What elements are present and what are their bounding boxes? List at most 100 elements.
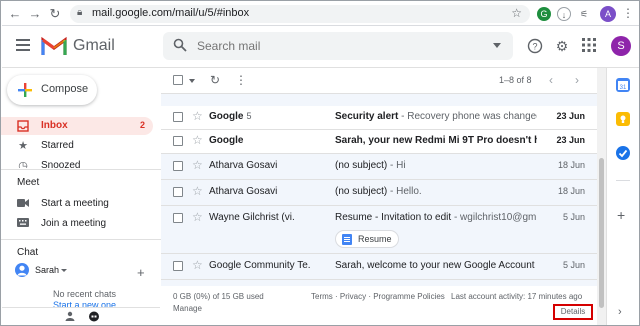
- footer-policy-links[interactable]: Terms · Privacy · Programme Policies: [311, 292, 445, 301]
- email-row[interactable]: ☆ Google Community Te. Sarah, welcome to…: [161, 254, 597, 280]
- start-meeting-link[interactable]: Start a meeting: [1, 195, 153, 213]
- chat-heading: Chat: [17, 247, 39, 258]
- older-page-icon[interactable]: ›: [575, 73, 579, 87]
- gmail-wordmark[interactable]: Gmail: [73, 37, 115, 55]
- calendar-icon[interactable]: 31: [616, 78, 630, 92]
- search-options-icon[interactable]: [493, 43, 501, 48]
- keep-notes-icon[interactable]: [616, 112, 630, 126]
- add-addon-plus-icon[interactable]: +: [617, 207, 625, 223]
- email-row[interactable]: ☆ Google Sarah, your new Redmi Mi 9T Pro…: [161, 130, 597, 154]
- pagination-info: 1–8 of 8: [499, 75, 532, 85]
- compose-button[interactable]: Compose: [7, 75, 97, 105]
- newer-page-icon[interactable]: ‹: [549, 73, 553, 87]
- star-toggle-icon[interactable]: ☆: [192, 184, 203, 198]
- forward-icon[interactable]: →: [27, 6, 43, 22]
- sender-name: Atharva Gosavi: [209, 160, 278, 171]
- account-avatar[interactable]: S: [611, 36, 631, 56]
- refresh-icon[interactable]: ↻: [209, 74, 221, 86]
- sidebar-bottom-bar: [2, 307, 160, 325]
- row-checkbox[interactable]: [173, 161, 183, 171]
- email-row[interactable]: ☆ Atharva Gosavi (no subject) - Hello. 1…: [161, 180, 597, 206]
- search-input[interactable]: [197, 37, 477, 55]
- email-date: 18 Jun: [557, 160, 585, 170]
- sidebar-item-starred[interactable]: ★ Starred: [1, 137, 153, 155]
- sidebar-item-snoozed[interactable]: ◷ Snoozed: [1, 157, 153, 168]
- row-checkbox[interactable]: [173, 213, 183, 223]
- search-icon[interactable]: [173, 38, 187, 52]
- star-toggle-icon[interactable]: ☆: [192, 109, 203, 123]
- download-extension-icon[interactable]: ↓: [557, 7, 571, 21]
- subject-snippet: Sarah, welcome to your new Google Accoun…: [335, 260, 535, 271]
- back-icon[interactable]: ←: [7, 6, 23, 22]
- main-menu-icon[interactable]: [16, 39, 30, 51]
- star-toggle-icon[interactable]: ☆: [192, 258, 203, 272]
- subject-snippet: Security alert - Recovery phone was chan…: [335, 111, 537, 122]
- email-row[interactable]: ☆ Google 5 Security alert - Recovery phon…: [161, 106, 597, 130]
- meet-item-label: Start a meeting: [41, 198, 109, 209]
- chat-status-selector[interactable]: Sarah: [15, 263, 155, 279]
- message-list-pane: ↻ ⋮ 1–8 of 8 ‹ › ☆ Google 5 Security aler…: [161, 68, 597, 325]
- select-options-chevron-icon[interactable]: [189, 79, 195, 83]
- user-avatar: [15, 263, 29, 277]
- side-panel-divider: [616, 180, 630, 181]
- list-scrollbar[interactable]: [597, 68, 606, 325]
- sidebar-divider: [1, 169, 161, 170]
- unread-count-badge: 2: [139, 120, 145, 130]
- address-bar[interactable]: 🔒︎ mail.google.com/mail/u/5/#inbox ☆: [70, 5, 530, 23]
- manage-storage-link[interactable]: Manage: [173, 304, 202, 313]
- browser-menu-icon[interactable]: ⋮: [622, 6, 634, 20]
- reload-icon[interactable]: ↻: [47, 6, 63, 22]
- new-chat-plus-icon[interactable]: +: [137, 265, 145, 280]
- chat-bubble-icon[interactable]: [88, 311, 100, 323]
- storage-usage-text: 0 GB (0%) of 15 GB used: [173, 292, 264, 301]
- gmail-logo-icon[interactable]: [41, 36, 67, 55]
- row-checkbox[interactable]: [173, 112, 183, 122]
- row-checkbox[interactable]: [173, 136, 183, 146]
- subject-snippet: Resume - Invitation to edit - wgilchrist…: [335, 212, 537, 223]
- list-footer: 0 GB (0%) of 15 GB used Manage Terms · P…: [161, 286, 597, 325]
- row-checkbox[interactable]: [173, 261, 183, 271]
- sender-name: Google Community Te.: [209, 260, 311, 271]
- chevron-right-icon[interactable]: ›: [618, 306, 622, 318]
- settings-gear-icon[interactable]: ⚙: [554, 38, 570, 54]
- star-toggle-icon[interactable]: ☆: [192, 158, 203, 172]
- star-icon: ★: [18, 140, 28, 152]
- attachment-label: Resume: [358, 234, 392, 244]
- equalizer-extension-icon[interactable]: ⚟: [577, 7, 591, 21]
- join-meeting-link[interactable]: Join a meeting: [1, 215, 153, 233]
- browser-profile-avatar[interactable]: A: [600, 6, 616, 22]
- search-bar[interactable]: [163, 32, 513, 60]
- tasks-icon[interactable]: [616, 146, 630, 160]
- row-checkbox[interactable]: [173, 187, 183, 197]
- select-all-checkbox[interactable]: [173, 75, 183, 85]
- sender-name: Atharva Gosavi: [209, 186, 278, 197]
- sender-name: Wayne Gilchrist (vi.: [209, 212, 295, 223]
- grammarly-extension-icon[interactable]: G: [537, 7, 551, 21]
- sidebar-item-inbox[interactable]: Inbox 2: [1, 117, 153, 135]
- apps-grid-icon[interactable]: [581, 38, 597, 54]
- svg-text:?: ?: [532, 42, 537, 52]
- lock-icon: 🔒︎: [77, 7, 83, 18]
- help-icon[interactable]: ?: [527, 38, 543, 54]
- email-date: 23 Jun: [556, 135, 585, 145]
- chat-user-name: Sarah: [35, 265, 60, 275]
- attachment-chip[interactable]: Resume: [335, 230, 399, 248]
- email-row[interactable]: ☆ Wayne Gilchrist (vi. Resume - Invitati…: [161, 206, 597, 254]
- inbox-icon: [17, 120, 29, 132]
- email-row[interactable]: ☆ Atharva Gosavi (no subject) - Hi 18 Ju…: [161, 154, 597, 180]
- sidebar-item-label: Snoozed: [41, 160, 81, 168]
- bookmark-star-icon[interactable]: ☆: [511, 6, 522, 20]
- star-toggle-icon[interactable]: ☆: [192, 210, 203, 224]
- details-link[interactable]: Details: [553, 304, 593, 320]
- more-options-icon[interactable]: ⋮: [235, 74, 247, 86]
- star-toggle-icon[interactable]: ☆: [192, 133, 203, 147]
- last-activity-text: Last account activity: 17 minutes ago: [451, 292, 583, 301]
- clock-icon: ◷: [18, 160, 28, 168]
- browser-toolbar: ← → ↻ 🔒︎ mail.google.com/mail/u/5/#inbox…: [2, 2, 639, 26]
- list-toolbar: ↻ ⋮ 1–8 of 8 ‹ ›: [161, 68, 597, 94]
- side-panel: 31 + ›: [606, 68, 639, 325]
- subject-snippet: Sarah, your new Redmi Mi 9T Pro doesn't …: [335, 135, 537, 146]
- person-icon[interactable]: [64, 311, 76, 323]
- scrollbar-thumb[interactable]: [599, 158, 604, 308]
- meet-item-label: Join a meeting: [41, 218, 107, 229]
